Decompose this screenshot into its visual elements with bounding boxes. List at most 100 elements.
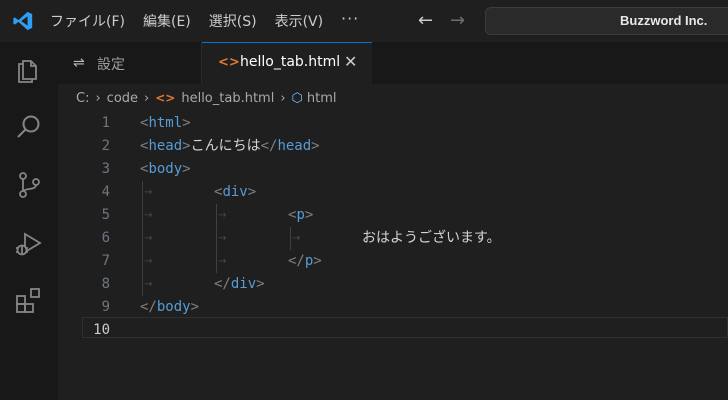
line-number: 6	[101, 230, 110, 246]
whitespace-tab-marker: →	[292, 233, 301, 244]
line-number: 2	[101, 138, 110, 154]
tag-name: body	[148, 161, 183, 177]
code-line: 8 </div>	[58, 273, 728, 296]
html-file-icon: <>	[155, 91, 176, 105]
code-line: 1 <html>	[58, 112, 728, 135]
title-bar: ファイル(F) 編集(E) 選択(S) 表示(V) ··· ← → Buzzwo…	[0, 0, 728, 42]
menu-selection[interactable]: 選択(S)	[209, 11, 257, 31]
whitespace-tab-marker: →	[144, 279, 153, 290]
breadcrumb-drive[interactable]: C:	[76, 91, 89, 106]
close-icon[interactable]: ✕	[344, 52, 357, 71]
line-number: 7	[101, 253, 110, 269]
run-debug-icon[interactable]	[14, 228, 44, 258]
code-line: 10	[58, 319, 728, 342]
workspace-title: Buzzword Inc.	[620, 13, 708, 28]
chevron-right-icon: ›	[95, 90, 101, 106]
source-control-icon[interactable]	[14, 170, 44, 200]
menu-file[interactable]: ファイル(F)	[50, 11, 125, 31]
indent-guide	[216, 204, 217, 273]
menu-bar: ファイル(F) 編集(E) 選択(S) 表示(V)	[50, 0, 341, 42]
tag-bracket: >	[182, 161, 191, 177]
code-text: <html>	[140, 112, 191, 135]
vscode-logo-icon[interactable]	[12, 9, 34, 33]
extensions-icon[interactable]	[14, 286, 44, 316]
code-line: 7 </p>	[58, 250, 728, 273]
command-center-search[interactable]: Buzzword Inc.	[485, 7, 728, 35]
tag-name: div	[230, 276, 257, 292]
menu-view[interactable]: 表示(V)	[275, 11, 324, 31]
code-text: <div>	[214, 181, 256, 204]
line-number: 3	[101, 161, 110, 177]
search-icon[interactable]	[14, 112, 44, 142]
line-number: 4	[101, 184, 110, 200]
whitespace-tab-marker: →	[144, 256, 153, 267]
tag-name: head	[148, 138, 183, 154]
whitespace-tab-marker: →	[144, 210, 153, 221]
whitespace-tab-marker: →	[144, 233, 153, 244]
line-number: 1	[101, 115, 110, 131]
tab-label: hello_tab.html	[240, 54, 341, 70]
files-icon[interactable]	[14, 54, 44, 84]
code-text: </body>	[140, 296, 199, 319]
code-line: 3 <body>	[58, 158, 728, 181]
tag-name: body	[156, 299, 191, 315]
tag-name: head	[277, 138, 312, 154]
breadcrumb-file[interactable]: hello_tab.html	[181, 91, 274, 106]
code-line: 9 </body>	[58, 296, 728, 319]
text-content: こんにちは	[190, 138, 261, 154]
code-text: </div>	[214, 273, 265, 296]
tab-label: 設定	[97, 57, 125, 73]
tag-bracket: </	[214, 276, 231, 292]
code-text: </p>	[288, 250, 322, 273]
code-text: <head>こんにちは</head>	[140, 135, 320, 158]
code-line: 4 <div>	[58, 181, 728, 204]
breadcrumb: C: › code › <> hello_tab.html › ⬡ html	[76, 88, 337, 108]
symbol-element-icon: ⬡	[291, 90, 303, 106]
html-file-icon: <>	[218, 55, 240, 70]
tag-bracket: </	[288, 253, 305, 269]
code-text: <p>	[288, 204, 313, 227]
back-arrow-icon[interactable]: ←	[418, 10, 433, 31]
line-number: 10	[93, 322, 110, 338]
tag-bracket: >	[311, 138, 320, 154]
chevron-right-icon: ›	[144, 90, 150, 106]
whitespace-tab-marker: →	[218, 233, 227, 244]
code-text: <body>	[140, 158, 191, 181]
line-number: 9	[101, 299, 110, 315]
whitespace-tab-marker: →	[218, 256, 227, 267]
breadcrumb-symbol[interactable]: html	[307, 91, 337, 106]
tag-bracket: >	[190, 299, 200, 315]
editor-tab-bar: ⇌ 設定 <> hello_tab.html ✕	[58, 42, 728, 84]
indent-guide	[142, 181, 143, 296]
settings-icon: ⇌	[73, 55, 85, 71]
tag-bracket: >	[182, 138, 191, 154]
tag-bracket: >	[247, 184, 257, 200]
whitespace-tab-marker: →	[144, 187, 153, 198]
chevron-right-icon: ›	[280, 90, 286, 106]
tag-name: html	[148, 115, 183, 131]
tag-name: div	[222, 184, 248, 200]
code-editor[interactable]: 1 <html> 2 <head>こんにちは</head> 3 <body> 4 <div> 5…	[58, 108, 728, 400]
tag-name: p	[296, 207, 305, 223]
tag-bracket: >	[256, 276, 265, 292]
menu-edit[interactable]: 編集(E)	[143, 11, 191, 31]
tab-hello-tab-html[interactable]: <> hello_tab.html ✕	[202, 42, 372, 84]
code-line: 2 <head>こんにちは</head>	[58, 135, 728, 158]
code-line: 5 <p>	[58, 204, 728, 227]
tag-bracket: >	[304, 207, 314, 223]
tab-settings[interactable]: ⇌ 設定	[58, 42, 202, 84]
indent-guide	[290, 227, 291, 250]
tag-bracket: >	[182, 115, 191, 131]
tag-bracket: </	[260, 138, 278, 154]
text-content: おはようございます。	[362, 230, 501, 246]
tag-bracket: </	[140, 299, 157, 315]
code-line: 6 おはようございます。	[58, 227, 728, 250]
activity-bar	[0, 42, 58, 400]
forward-arrow-icon[interactable]: →	[450, 10, 465, 31]
line-number: 5	[101, 207, 110, 223]
breadcrumb-folder[interactable]: code	[107, 91, 138, 106]
more-menu-button[interactable]: ···	[341, 9, 359, 28]
line-number: 8	[101, 276, 110, 292]
tag-bracket: >	[313, 253, 322, 269]
whitespace-tab-marker: →	[218, 210, 227, 221]
